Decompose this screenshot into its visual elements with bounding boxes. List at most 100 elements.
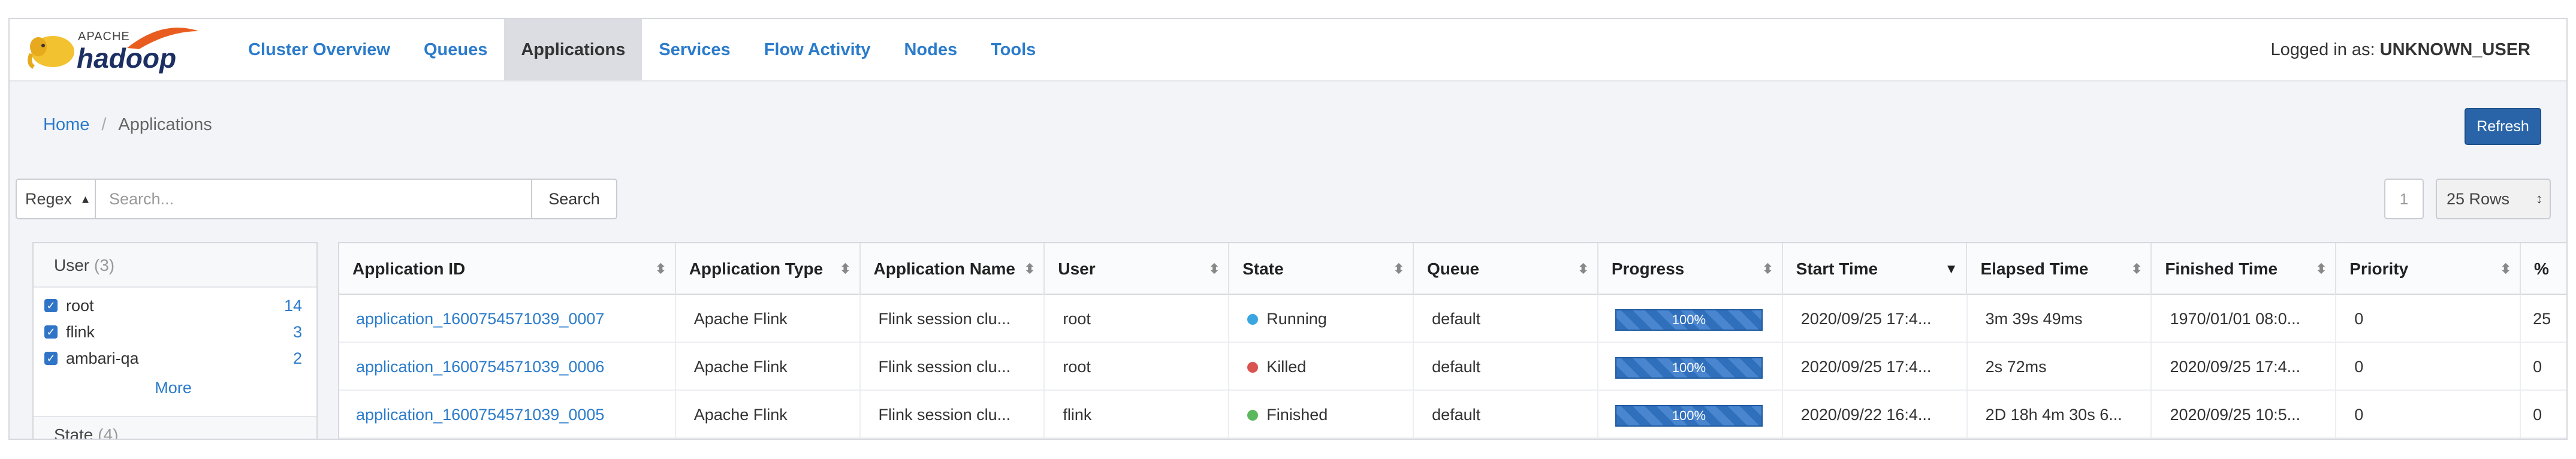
facet-state-title: State — [54, 425, 93, 440]
cell-priority: 0 — [2336, 343, 2521, 391]
page-number-button[interactable]: 1 — [2384, 179, 2424, 219]
facet-user-count-value: 3 — [292, 322, 302, 341]
col-label: Priority — [2349, 259, 2409, 278]
col-label: User — [1058, 259, 1096, 278]
facet-state-count: (4) — [98, 425, 119, 440]
progress-bar: 100% — [1615, 309, 1763, 331]
logged-in-user: Logged in as: UNKNOWN_USER — [2270, 19, 2530, 80]
checkbox-checked-icon[interactable]: ✓ — [44, 299, 58, 312]
nav-tools[interactable]: Tools — [974, 19, 1052, 80]
search-input[interactable]: Search... — [95, 179, 532, 219]
cell-user: root — [1045, 295, 1230, 343]
nav-menu: Cluster Overview Queues Applications Ser… — [231, 19, 1052, 80]
cell-finished-time: 1970/01/01 08:0... — [2152, 295, 2337, 343]
checkbox-checked-icon[interactable]: ✓ — [44, 325, 58, 339]
col-finished-time[interactable]: Finished Time ⬍ — [2152, 243, 2337, 295]
col-application-type[interactable]: Application Type ⬍ — [676, 243, 861, 295]
facet-user-name: root — [66, 296, 94, 315]
cell-application-type: Apache Flink — [676, 343, 861, 391]
facet-panel: User (3) ✓ root 14 ✓ flink 3 ✓ ambari-qa… — [32, 242, 318, 440]
facet-user-item[interactable]: ✓ ambari-qa 2 — [44, 345, 302, 372]
col-user[interactable]: User ⬍ — [1045, 243, 1230, 295]
cell-progress: 100% — [1598, 391, 1783, 439]
refresh-button[interactable]: Refresh — [2465, 108, 2541, 145]
col-label: Application Name — [873, 259, 1015, 278]
nav-queues[interactable]: Queues — [407, 19, 504, 80]
facet-user-count-value: 2 — [292, 349, 302, 367]
cell-elapsed-time: 2D 18h 4m 30s 6... — [1968, 391, 2152, 439]
cell-percent: 25 — [2533, 310, 2551, 328]
filter-mode-select[interactable]: Regex ▴ — [16, 179, 96, 219]
facet-user-item[interactable]: ✓ root 14 — [44, 292, 302, 319]
cell-application-type: Apache Flink — [676, 295, 861, 343]
col-progress[interactable]: Progress ⬍ — [1598, 243, 1783, 295]
sort-icon: ⬍ — [2500, 261, 2511, 276]
cell-progress: 100% — [1598, 343, 1783, 391]
nav-services[interactable]: Services — [642, 19, 747, 80]
col-application-name[interactable]: Application Name ⬍ — [861, 243, 1045, 295]
rows-per-page-select[interactable]: 25 Rows ↕ — [2436, 179, 2551, 219]
table-row: application_1600754571039_0007 Apache Fl… — [339, 295, 2566, 343]
cell-state: Killed — [1229, 343, 1414, 391]
cell-start-time: 2020/09/25 17:4... — [1783, 295, 1968, 343]
logo-hadoop-text: hadoop — [77, 43, 177, 74]
facet-user-name: flink — [66, 322, 95, 341]
rows-per-page-value: 25 Rows — [2447, 190, 2510, 208]
cell-user: flink — [1045, 391, 1230, 439]
facet-user-header[interactable]: User (3) — [34, 243, 316, 288]
breadcrumb: Home / Applications — [43, 115, 212, 135]
elephant-icon — [28, 36, 74, 69]
col-label: Start Time — [1796, 259, 1878, 278]
nav-applications[interactable]: Applications — [504, 19, 643, 80]
nav-nodes[interactable]: Nodes — [887, 19, 974, 80]
state-label: Finished — [1266, 406, 1328, 424]
cell-finished-time: 2020/09/25 17:4... — [2152, 343, 2337, 391]
facet-user-name: ambari-qa — [66, 349, 139, 367]
top-navbar: APACHE hadoop Cluster Overview Queues Ap… — [10, 19, 2566, 81]
state-running-dot-icon — [1247, 314, 1259, 325]
state-finished-dot-icon — [1247, 410, 1259, 421]
col-label: Application ID — [352, 259, 466, 278]
cell-application-id[interactable]: application_1600754571039_0005 — [339, 391, 676, 439]
table-row: application_1600754571039_0006 Apache Fl… — [339, 343, 2566, 391]
nav-cluster-overview[interactable]: Cluster Overview — [231, 19, 407, 80]
facet-user-item[interactable]: ✓ flink 3 — [44, 319, 302, 345]
search-button[interactable]: Search — [531, 179, 617, 219]
facet-user-title: User — [54, 256, 90, 274]
cell-elapsed-time: 3m 39s 49ms — [1968, 295, 2152, 343]
col-priority[interactable]: Priority ⬍ — [2336, 243, 2521, 295]
sort-icon: ⬍ — [1024, 261, 1036, 276]
cell-application-name: Flink session clu... — [861, 391, 1045, 439]
progress-bar: 100% — [1615, 357, 1763, 379]
breadcrumb-current: Applications — [118, 115, 212, 134]
col-label: Queue — [1427, 259, 1480, 278]
col-label: Elapsed Time — [1980, 259, 2089, 278]
hadoop-logo[interactable]: APACHE hadoop — [25, 25, 205, 76]
sort-icon: ⬍ — [2131, 261, 2143, 276]
col-application-id[interactable]: Application ID ⬍ — [339, 243, 676, 295]
facet-state-header[interactable]: State (4) — [34, 416, 316, 440]
col-queue[interactable]: Queue ⬍ — [1414, 243, 1598, 295]
breadcrumb-separator: / — [101, 115, 107, 134]
breadcrumb-home[interactable]: Home — [43, 115, 89, 135]
checkbox-checked-icon[interactable]: ✓ — [44, 352, 58, 365]
cell-queue: default — [1414, 391, 1598, 439]
cell-application-id[interactable]: application_1600754571039_0007 — [339, 295, 676, 343]
logged-username: UNKNOWN_USER — [2379, 40, 2530, 59]
state-killed-dot-icon — [1247, 362, 1259, 373]
sort-icon: ⬍ — [1393, 261, 1404, 276]
cell-queue: default — [1414, 343, 1598, 391]
col-elapsed-time[interactable]: Elapsed Time ⬍ — [1967, 243, 2152, 295]
col-percent[interactable]: % — [2521, 243, 2566, 295]
col-start-time[interactable]: Start Time ▼ — [1783, 243, 1968, 295]
cell-application-id[interactable]: application_1600754571039_0006 — [339, 343, 676, 391]
nav-flow-activity[interactable]: Flow Activity — [747, 19, 888, 80]
sort-icon: ⬍ — [1762, 261, 1773, 276]
cell-elapsed-time: 2s 72ms — [1968, 343, 2152, 391]
facet-more-link[interactable]: More — [44, 379, 302, 397]
col-state[interactable]: State ⬍ — [1229, 243, 1414, 295]
cell-user: root — [1045, 343, 1230, 391]
col-label: % — [2533, 259, 2549, 278]
select-arrows-icon: ▴ — [82, 191, 89, 206]
cell-application-type: Apache Flink — [676, 391, 861, 439]
